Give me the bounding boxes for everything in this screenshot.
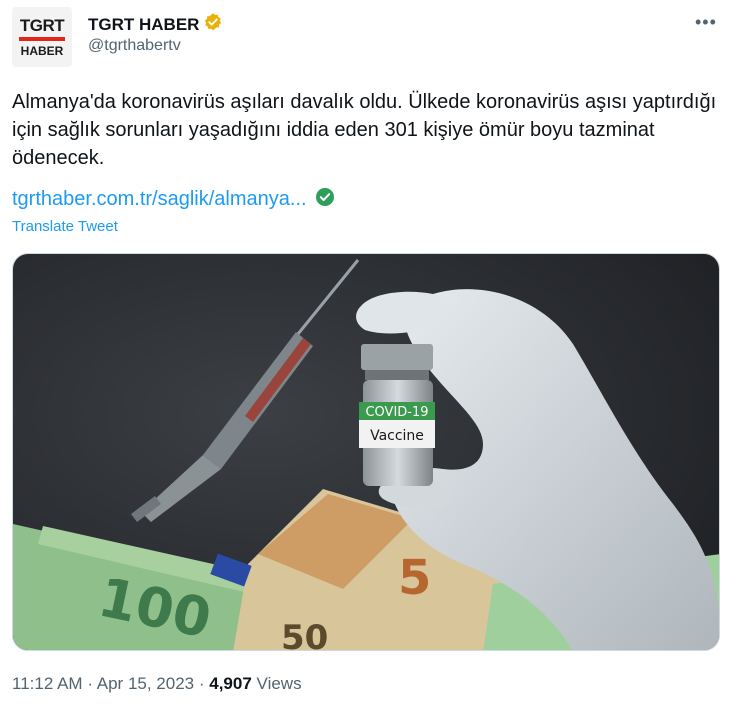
translate-tweet-link[interactable]: Translate Tweet — [12, 218, 118, 235]
verified-link-check-icon — [315, 187, 335, 212]
verified-gold-badge-icon — [203, 12, 223, 37]
views-label: Views — [256, 674, 302, 693]
tweet-date[interactable]: Apr 15, 2023 — [97, 674, 194, 693]
more-options-icon[interactable]: ••• — [695, 12, 717, 33]
tweet-link[interactable]: tgrthaber.com.tr/saglik/almanya... — [12, 188, 307, 211]
vaccine-vial-illustration: COVID-19 Vaccine — [359, 344, 435, 486]
avatar-logo-bar — [19, 37, 65, 41]
svg-text:50: 50 — [281, 618, 328, 651]
svg-text:COVID-19: COVID-19 — [365, 405, 428, 420]
separator-dot: · — [198, 674, 210, 693]
svg-text:5: 5 — [398, 550, 431, 606]
author-avatar[interactable]: TGRT HABER — [12, 7, 72, 67]
tweet-text: Almanya'da koronavirüs aşıları davalık o… — [12, 91, 717, 169]
avatar-logo-text: TGRT — [19, 16, 65, 35]
views-count: 4,907 — [209, 674, 252, 693]
avatar-logo-subtext: HABER — [20, 44, 64, 58]
author-handle[interactable]: @tgrthabertv — [88, 37, 181, 55]
tweet-meta: 11:12 AM · Apr 15, 2023 · 4,907 Views — [12, 674, 302, 694]
author-name-row: TGRT HABER — [88, 12, 223, 37]
separator-dot: · — [87, 674, 97, 693]
author-name[interactable]: TGRT HABER — [88, 15, 199, 35]
svg-text:Vaccine: Vaccine — [370, 428, 424, 444]
link-row: tgrthaber.com.tr/saglik/almanya... — [12, 187, 335, 212]
tweet-media-image[interactable]: 100 50 5 100 COVID-19 Vaccine — [12, 253, 720, 651]
tweet-time[interactable]: 11:12 AM — [12, 674, 83, 693]
